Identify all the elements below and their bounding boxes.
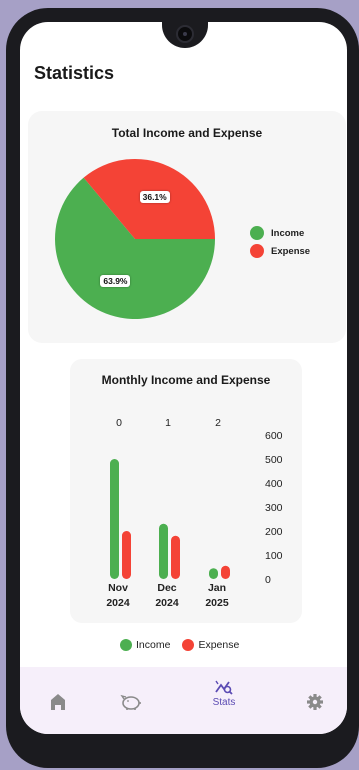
nav-savings[interactable]	[106, 667, 156, 717]
x-tick-label: 2025	[205, 597, 229, 609]
x-tick-label: 2024	[106, 597, 130, 609]
y-tick-label: 600	[265, 430, 283, 442]
gear-icon	[307, 694, 323, 710]
nav-stats-label: Stats	[212, 697, 236, 708]
legend-dot-expense	[182, 639, 195, 651]
bar-expense	[221, 565, 230, 579]
y-tick-label: 300	[265, 502, 283, 514]
bar-income	[159, 523, 168, 579]
legend-label-income: Income	[136, 639, 171, 651]
legend-label-expense: Expense	[198, 639, 240, 651]
nav-home[interactable]	[33, 667, 83, 717]
x-tick-label: Dec	[157, 582, 176, 594]
y-tick-label: 400	[265, 478, 283, 490]
top-tick-label: 2	[215, 417, 221, 429]
top-tick-label: 0	[116, 417, 122, 429]
y-tick-label: 100	[265, 550, 283, 562]
bar-income	[110, 459, 119, 579]
screen: Statistics Total Income and Expense 63.9…	[20, 22, 347, 734]
home-icon	[51, 694, 65, 710]
bar-expense	[171, 535, 180, 579]
x-tick-label: Jan	[208, 582, 226, 594]
y-tick-label: 500	[265, 454, 283, 466]
bar-income	[209, 568, 218, 579]
nav-settings[interactable]	[290, 667, 340, 717]
bar-chart: 0 1 2 600 500 400 300 200 100 0 Nov 2024 Dec 2024 Jan 2…	[106, 417, 283, 609]
nav-stats[interactable]: Stats	[199, 667, 249, 717]
bottom-nav-bar: Stats	[20, 667, 347, 734]
legend-dot-income	[120, 639, 132, 651]
piggy-bank-icon	[120, 694, 141, 710]
top-tick-label: 1	[165, 417, 171, 429]
front-camera	[176, 25, 194, 43]
stats-icon	[215, 680, 233, 695]
bar-legend: Income Expense	[120, 639, 251, 651]
y-tick-label: 200	[265, 526, 283, 538]
x-tick-label: 2024	[155, 597, 179, 609]
y-tick-label: 0	[265, 574, 271, 586]
bar-expense	[122, 531, 131, 579]
x-tick-label: Nov	[108, 582, 128, 594]
